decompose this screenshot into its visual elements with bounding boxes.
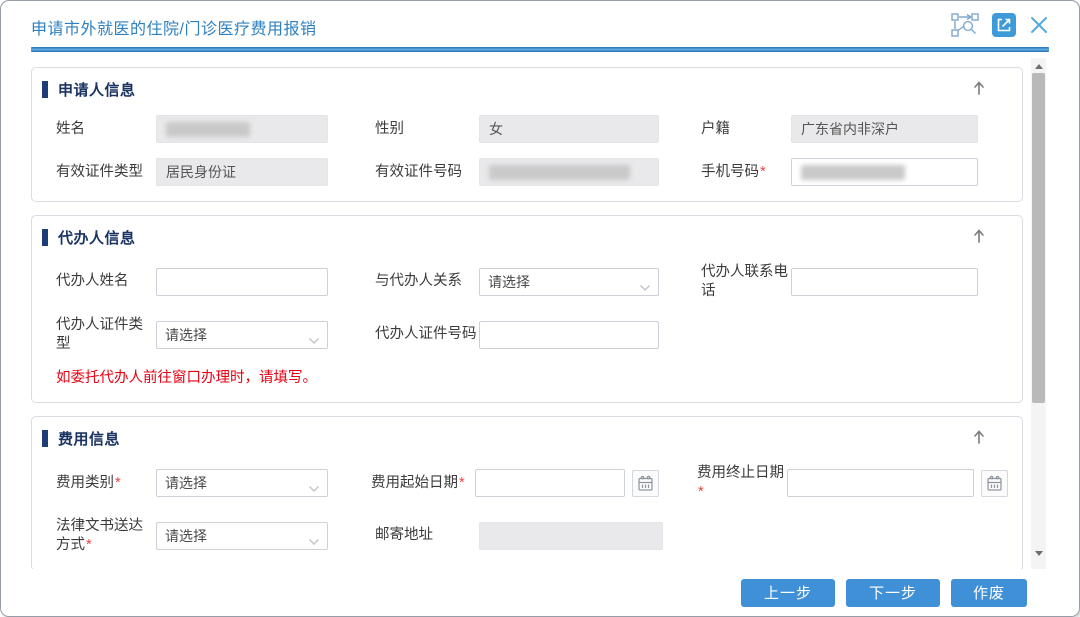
relationship-select[interactable]: 请选择 (479, 268, 659, 296)
section-marker (42, 430, 48, 447)
open-external-icon[interactable] (992, 13, 1016, 37)
redacted-value (166, 122, 250, 137)
chevron-down-icon (308, 332, 320, 348)
gender-label: 性别 (375, 120, 479, 139)
legal-delivery-label: 法律文书送达方式 (56, 518, 143, 553)
chevron-down-icon (308, 533, 320, 549)
required-asterisk: * (760, 164, 766, 180)
header-icons (951, 13, 1049, 37)
mail-address-label: 邮寄地址 (375, 526, 479, 545)
id-number-field (479, 158, 659, 186)
end-date-label: 费用终止日期 (697, 465, 784, 481)
redacted-value (801, 165, 905, 180)
agent-id-number-input[interactable] (479, 321, 659, 349)
start-date-input[interactable] (475, 469, 625, 497)
scrollbar-up-arrow[interactable] (1031, 60, 1046, 73)
name-field (156, 115, 328, 143)
mobile-label: 手机号码 (701, 164, 759, 180)
end-date-input[interactable] (787, 469, 974, 497)
scrollbar-down-arrow[interactable] (1031, 547, 1046, 560)
section-title: 代办人信息 (58, 227, 136, 248)
chevron-down-icon (308, 480, 320, 496)
chevron-down-icon (639, 279, 651, 295)
expense-type-label: 费用类别 (56, 475, 114, 491)
page-title: 申请市外就医的住院/门诊医疗费用报销 (31, 15, 316, 39)
arrow-up-icon[interactable] (970, 79, 988, 97)
arrow-up-icon[interactable] (970, 428, 988, 446)
required-asterisk: * (698, 484, 704, 500)
section-marker (42, 81, 48, 98)
required-asterisk: * (459, 475, 465, 491)
required-asterisk: * (86, 537, 92, 553)
id-number-label: 有效证件号码 (375, 163, 479, 182)
id-type-label: 有效证件类型 (56, 163, 156, 182)
expense-type-select[interactable]: 请选择 (156, 469, 328, 497)
previous-step-button[interactable]: 上一步 (741, 579, 835, 607)
legal-delivery-select[interactable]: 请选择 (156, 522, 328, 550)
next-step-button[interactable]: 下一步 (846, 579, 940, 607)
agent-name-label: 代办人姓名 (56, 272, 156, 291)
calendar-icon[interactable] (981, 470, 1008, 497)
name-label: 姓名 (56, 120, 156, 139)
agent-name-input[interactable] (156, 268, 328, 296)
start-date-label: 费用起始日期 (371, 475, 458, 491)
section-expense-info: 费用信息 费用类别* 请选择 费用起始日期 (31, 416, 1023, 570)
mobile-input[interactable] (791, 158, 978, 186)
calendar-icon[interactable] (632, 470, 659, 497)
close-icon[interactable] (1029, 15, 1049, 35)
footer-actions: 上一步 下一步 作废 (1, 569, 1079, 616)
agent-id-type-label: 代办人证件类型 (56, 316, 156, 354)
agent-phone-input[interactable] (791, 268, 978, 296)
id-type-field: 居民身份证 (156, 158, 328, 186)
required-asterisk: * (115, 475, 121, 491)
scrollbar-thumb[interactable] (1032, 73, 1045, 403)
agent-phone-label: 代办人联系电话 (701, 263, 791, 301)
section-title: 申请人信息 (58, 79, 136, 100)
dialog-body: 申请人信息 姓名 性别 女 户籍 广东省内非深户 (1, 57, 1080, 571)
relationship-label: 与代办人关系 (375, 272, 479, 291)
inspect-magnifier-icon[interactable] (951, 13, 979, 37)
arrow-up-icon[interactable] (970, 227, 988, 245)
agent-id-number-label: 代办人证件号码 (375, 325, 479, 344)
section-marker (42, 229, 48, 246)
mail-address-field (479, 522, 663, 550)
reimbursement-dialog: 申请市外就医的住院/门诊医疗费用报销 (0, 0, 1080, 617)
vertical-scrollbar[interactable] (1031, 58, 1046, 570)
section-applicant-info: 申请人信息 姓名 性别 女 户籍 广东省内非深户 (31, 67, 1023, 202)
title-divider (31, 47, 1049, 52)
section-title: 费用信息 (58, 428, 120, 449)
agent-note: 如委托代办人前往窗口办理时，请填写。 (42, 366, 1008, 387)
redacted-value (489, 165, 630, 180)
household-field: 广东省内非深户 (791, 115, 978, 143)
void-button[interactable]: 作废 (951, 579, 1027, 607)
household-label: 户籍 (701, 120, 791, 139)
agent-id-type-select[interactable]: 请选择 (156, 321, 328, 349)
section-agent-info: 代办人信息 代办人姓名 与代办人关系 请选择 (31, 215, 1023, 403)
gender-field: 女 (479, 115, 659, 143)
